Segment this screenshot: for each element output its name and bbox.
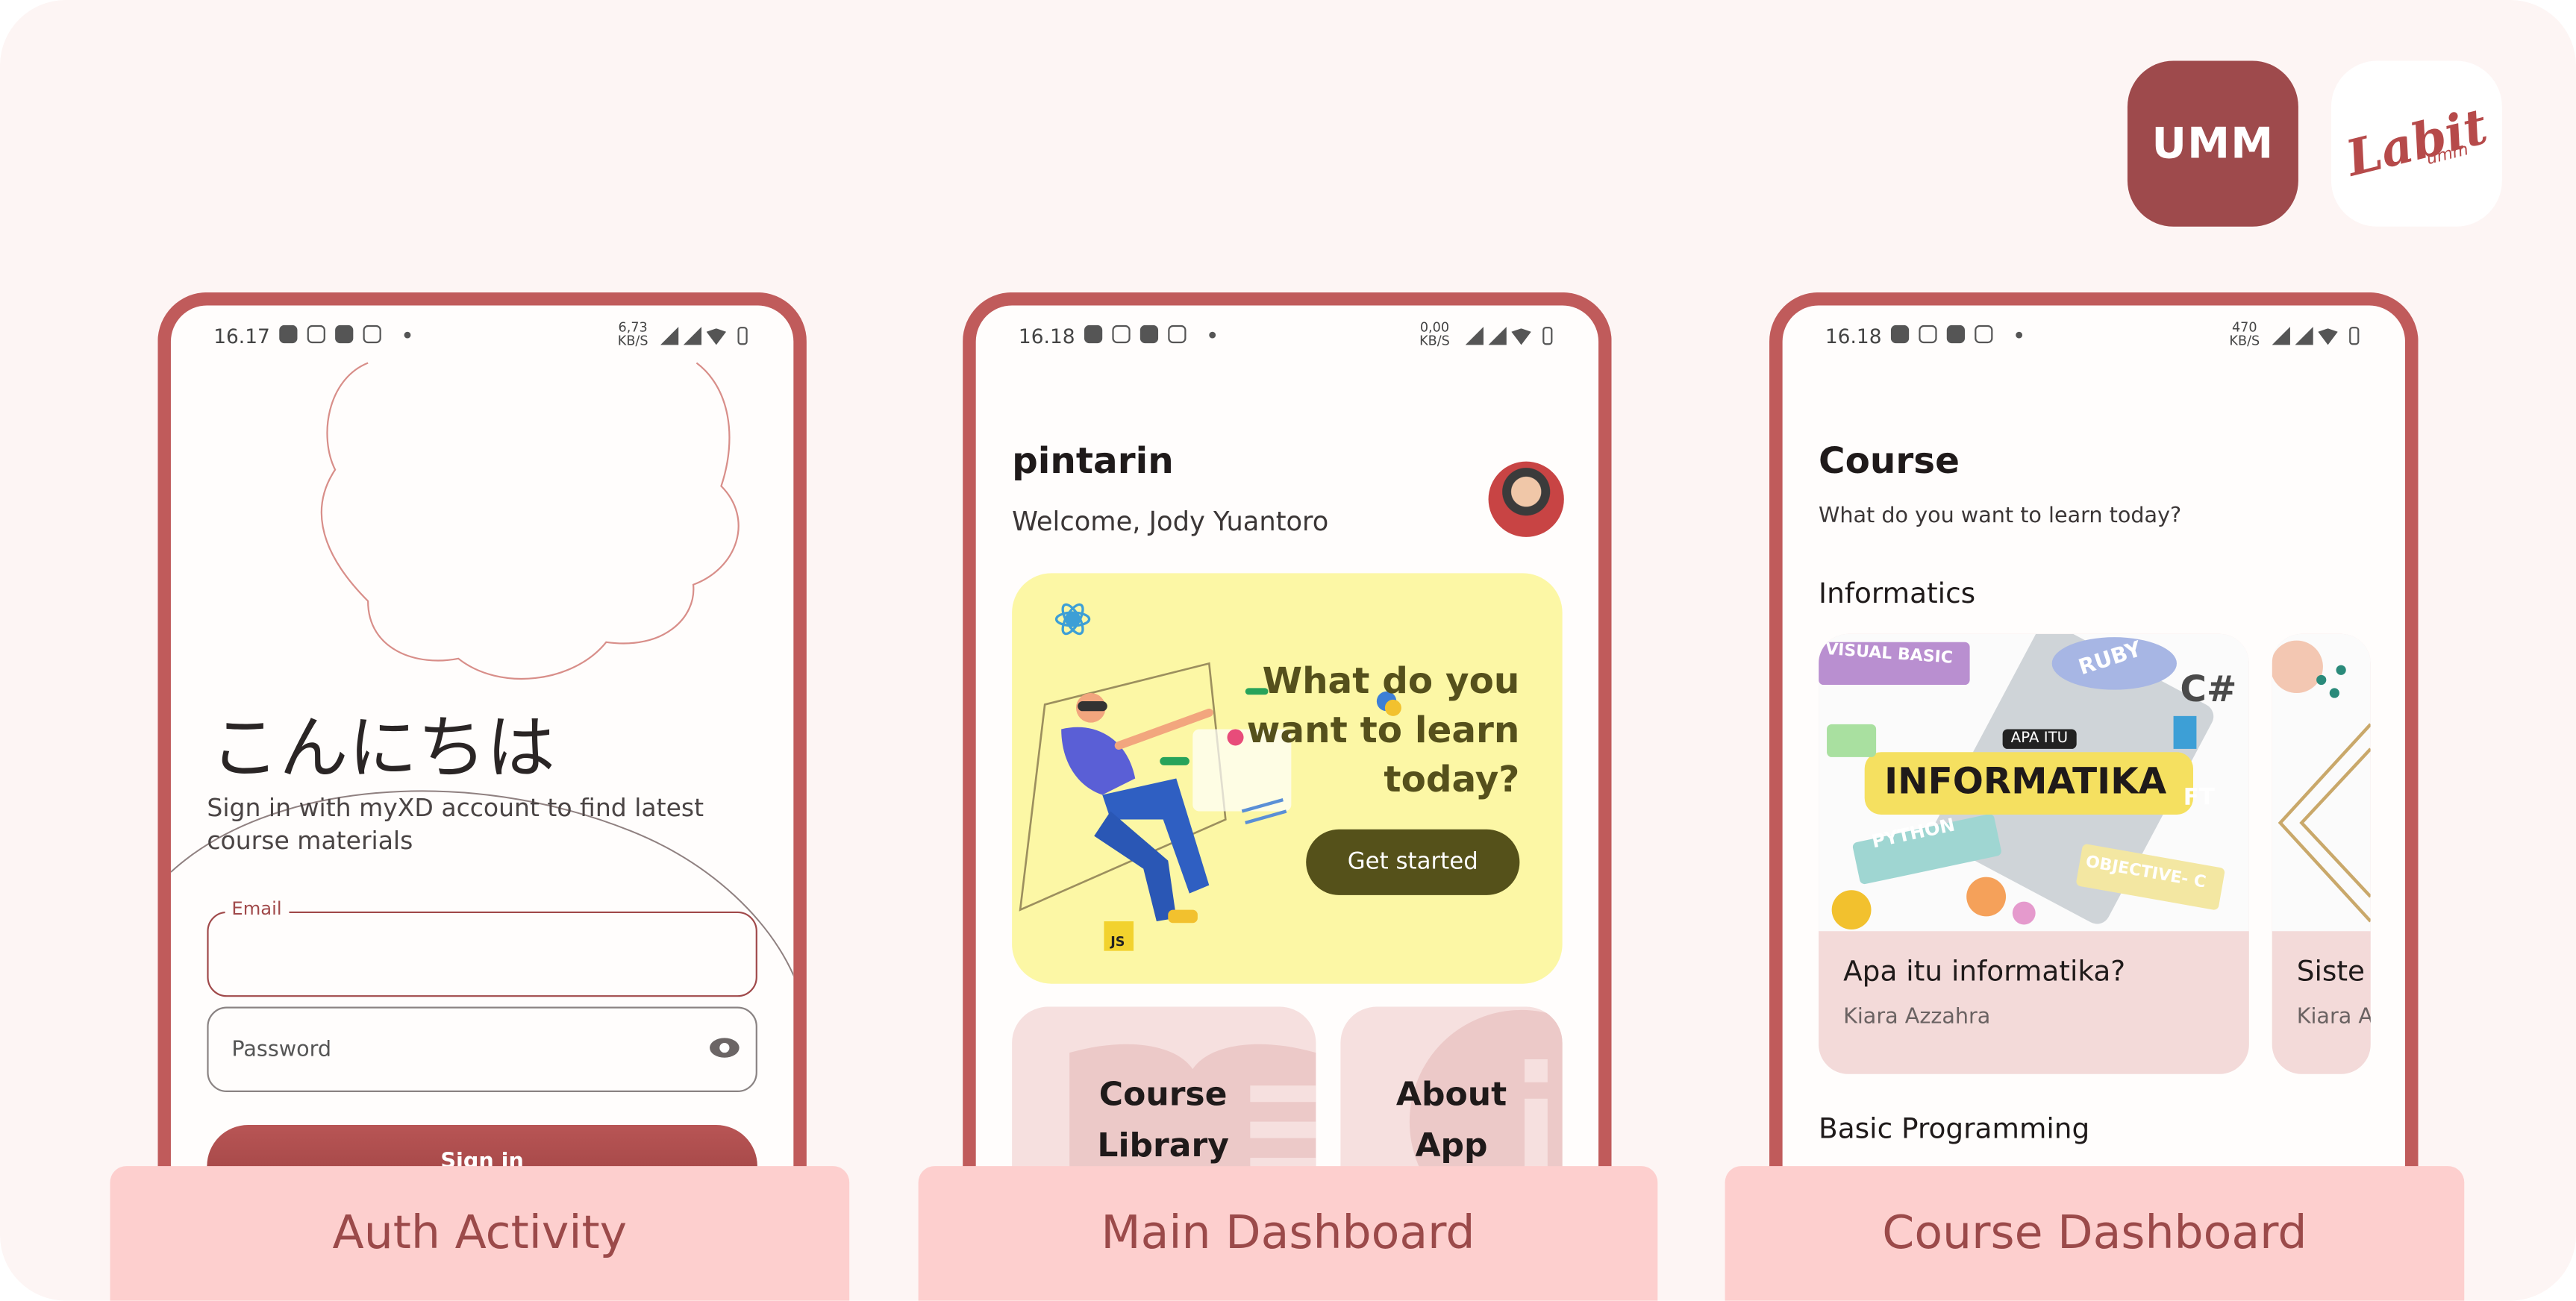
network-speed-unit: KB/S [1419,333,1450,348]
page-title: Course [1819,442,1960,483]
email-field[interactable]: Email [207,898,757,997]
banner-text: INFORMATIKA [1884,762,2167,803]
signin-subtitle: Sign in with myXD account to find latest… [207,793,704,856]
battery-icon [2349,327,2360,345]
signal-icon [1465,327,1484,345]
get-started-button[interactable]: Get started [1306,829,1520,895]
tag-csharp: C# [2180,670,2237,712]
banner-small-text: APA ITU [2002,729,2077,749]
greeting-heading: こんにちは [210,707,556,789]
password-field[interactable]: Password [207,1006,757,1092]
bag-icon [1975,325,1993,344]
hero-card: JS What do you want to learn today? Get … [1012,573,1563,984]
status-time: 16.18 [1018,325,1075,348]
section-heading-informatics: Informatics [1819,577,1976,611]
course-library-tile[interactable]: Course Library [1012,1006,1316,1179]
status-time: 16.18 [1825,325,1882,348]
course-title: Siste [2296,956,2366,989]
course-thumbnail: VISUAL BASIC RUBY C# PYTHON OBJECTIVE- C… [1819,633,2249,932]
auth-phone: 16.17 6,73 KB/S こんにちは Sign in with myXD a… [157,292,807,1179]
wifi-icon [2318,328,2338,345]
email-label: Email [225,898,289,920]
signal-icon [1488,327,1507,345]
notification-icons [1890,325,2023,344]
course-card[interactable]: VISUAL BASIC RUBY C# PYTHON OBJECTIVE- C… [1819,633,2249,1074]
status-bar: 16.18 0,00 KB/S [976,305,1598,357]
tag-ft: FT [2183,785,2215,812]
welcome-text: Welcome, Jody Yuantoro [1012,506,1329,537]
network-speed: 470 KB/S [2229,321,2260,348]
network-speed: 0,00 KB/S [1419,321,1450,348]
bag-icon [1890,325,1910,344]
svg-text:JS: JS [1110,935,1125,950]
course-thumbnail [2272,633,2371,932]
more-dot-icon [1209,330,1216,338]
labit-logo-text: Labit [2340,98,2493,189]
eye-icon[interactable] [710,1038,740,1058]
course-author: Kiara A [2296,1005,2371,1030]
section-heading-basic-programming: Basic Programming [1819,1113,2090,1147]
course-thumbnail-art [2272,640,2371,923]
signal-icon [2295,327,2313,345]
course-library-label: Course Library [1097,1073,1229,1164]
system-icons [2272,327,2360,345]
hero-question: What do you want to learn today? [1246,662,1520,802]
umm-logo-text: UMM [2151,119,2275,169]
password-placeholder: Password [231,1038,332,1063]
more-dot-icon [2016,330,2023,338]
stage: UMM Labit umm 16.17 6,73 KB/S こんにちは Sign… [0,0,2576,1301]
umm-logo: UMM [2127,60,2298,227]
labit-logo: Labit umm [2330,60,2502,227]
instagram-icon [1919,325,1937,344]
course-card[interactable]: Siste Kiara A [2272,633,2371,1074]
caption-main-dashboard: Main Dashboard [918,1166,1658,1301]
avatar[interactable] [1488,461,1564,537]
status-bar: 16.18 470 KB/S [1783,305,2405,357]
youtube-icon [1139,325,1159,344]
about-app-label: About App [1395,1073,1507,1164]
wifi-icon [1511,328,1531,345]
course-title: Apa itu informatika? [1843,956,2126,989]
youtube-icon [1946,325,1965,344]
caption-course-dashboard: Course Dashboard [1725,1166,2465,1301]
bag-icon [1084,325,1103,344]
main-phone: 16.18 0,00 KB/S pintarin Welcome, Jody Yu… [963,292,1612,1179]
app-title: pintarin [1012,442,1174,483]
notification-icons [1084,325,1216,344]
network-speed-unit: KB/S [2229,333,2260,348]
instagram-icon [1112,325,1131,344]
page-subtitle: What do you want to learn today? [1819,504,2182,529]
course-phone: 16.18 470 KB/S Course What do you want to… [1769,292,2419,1179]
signal-icon [2272,327,2290,345]
battery-icon [1542,327,1553,345]
bag-icon [1168,325,1187,344]
system-icons [1465,327,1553,345]
course-author: Kiara Azzahra [1843,1005,1991,1030]
caption-auth-activity: Auth Activity [110,1166,850,1301]
about-app-tile[interactable]: About App [1340,1006,1563,1179]
